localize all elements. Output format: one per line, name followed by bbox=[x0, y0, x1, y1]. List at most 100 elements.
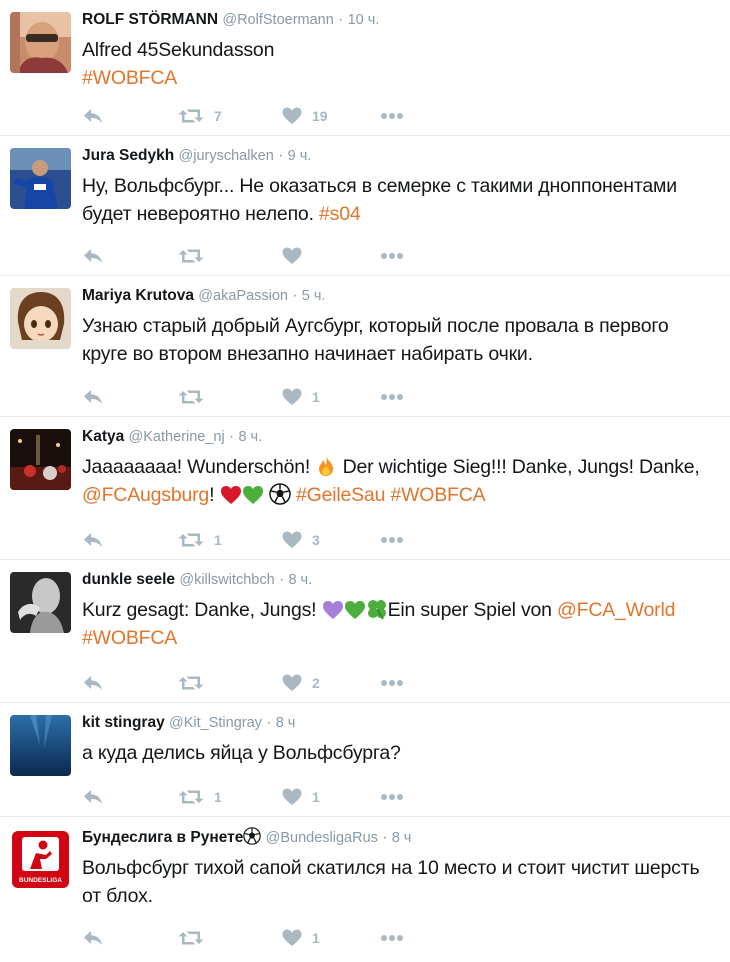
author-handle[interactable]: @akaPassion bbox=[198, 288, 288, 304]
more-button[interactable] bbox=[380, 793, 404, 801]
like-count: 1 bbox=[312, 789, 320, 805]
author-name[interactable]: kit stingray bbox=[82, 714, 165, 731]
more-icon bbox=[380, 393, 404, 401]
like-button[interactable]: 19 bbox=[282, 107, 380, 125]
tweet-time[interactable]: 5 ч. bbox=[302, 288, 326, 304]
avatar[interactable] bbox=[10, 572, 71, 633]
author-name[interactable]: dunkle seele bbox=[82, 571, 175, 588]
like-button[interactable] bbox=[282, 247, 380, 265]
author-handle[interactable]: @killswitchbch bbox=[179, 572, 274, 588]
tweet[interactable]: Katya @Katherine_nj · 8 ч. Jaaaaaaaa! Wu… bbox=[0, 417, 730, 560]
retweet-button[interactable] bbox=[178, 929, 282, 947]
reply-icon bbox=[82, 788, 104, 806]
author-handle[interactable]: @Kit_Stingray bbox=[169, 715, 262, 731]
more-button[interactable] bbox=[380, 252, 404, 260]
tweet[interactable]: Mariya Krutova @akaPassion · 5 ч. Узнаю … bbox=[0, 276, 730, 417]
separator-dot: · bbox=[278, 571, 285, 588]
reply-icon bbox=[82, 107, 104, 125]
hashtag-link[interactable]: #GeileSau bbox=[296, 484, 385, 506]
separator-dot: · bbox=[266, 714, 272, 731]
reply-button[interactable] bbox=[82, 107, 178, 125]
tweet[interactable]: ROLF STÖRMANN @RolfStoermann · 10 ч. Alf… bbox=[0, 0, 730, 136]
retweet-count: 1 bbox=[214, 789, 222, 805]
retweet-button[interactable]: 1 bbox=[178, 531, 282, 549]
retweet-icon bbox=[178, 388, 204, 406]
author-handle[interactable]: @Katherine_nj bbox=[129, 429, 225, 445]
tweet-text: Узнаю старый добрый Аугсбург, который по… bbox=[82, 312, 718, 368]
avatar[interactable] bbox=[10, 12, 71, 73]
tweet[interactable]: BUNDESLIGA Бундеслига в Рунете @Bundesli… bbox=[0, 817, 730, 957]
reply-icon bbox=[82, 674, 104, 692]
reply-button[interactable] bbox=[82, 388, 178, 406]
like-button[interactable]: 1 bbox=[282, 788, 380, 806]
tweet-text-content: Узнаю старый добрый Аугсбург, который по… bbox=[82, 315, 669, 365]
tweet-text-content: Alfred 45Sekundasson bbox=[82, 39, 275, 61]
bundesliga-logo-avatar[interactable]: BUNDESLIGA bbox=[10, 829, 71, 890]
more-icon bbox=[380, 112, 404, 120]
reply-icon bbox=[82, 388, 104, 406]
retweet-button[interactable]: 1 bbox=[178, 788, 282, 806]
like-button[interactable]: 1 bbox=[282, 388, 380, 406]
author-name[interactable]: Бундеслига в Рунете bbox=[82, 829, 243, 846]
separator-dot: · bbox=[278, 147, 284, 164]
avatar[interactable] bbox=[10, 288, 71, 349]
more-icon bbox=[380, 679, 404, 687]
tweet-time[interactable]: 8 ч bbox=[276, 715, 296, 731]
tweet-time[interactable]: 8 ч. bbox=[238, 429, 262, 445]
author-handle[interactable]: @RolfStoermann bbox=[222, 12, 333, 28]
heart-icon bbox=[282, 107, 302, 125]
tweet-time[interactable]: 8 ч bbox=[392, 830, 412, 846]
like-count: 1 bbox=[312, 930, 320, 946]
retweet-button[interactable]: 7 bbox=[178, 107, 282, 125]
hashtag-link[interactable]: #WOBFCA bbox=[82, 67, 177, 89]
tweet-actions: 1 1 bbox=[82, 786, 404, 808]
author-name[interactable]: Jura Sedykh bbox=[82, 147, 174, 164]
reply-button[interactable] bbox=[82, 531, 178, 549]
avatar[interactable] bbox=[10, 715, 71, 776]
tweet-time[interactable]: 9 ч. bbox=[288, 148, 312, 164]
reply-button[interactable] bbox=[82, 788, 178, 806]
like-button[interactable]: 1 bbox=[282, 929, 380, 947]
tweet-actions: 1 3 bbox=[82, 529, 404, 551]
reply-button[interactable] bbox=[82, 247, 178, 265]
hashtag-link[interactable]: #s04 bbox=[319, 203, 361, 225]
author-name[interactable]: Mariya Krutova bbox=[82, 287, 194, 304]
tweet[interactable]: Jura Sedykh @juryschalken · 9 ч. Ну, Вол… bbox=[0, 136, 730, 276]
tweet[interactable]: kit stingray @Kit_Stingray · 8 ч а куда … bbox=[0, 703, 730, 817]
like-count: 3 bbox=[312, 532, 320, 548]
heart-icon bbox=[282, 247, 302, 265]
tweet-text-content: Вольфсбург тихой сапой скатился на 10 ме… bbox=[82, 857, 700, 907]
more-button[interactable] bbox=[380, 934, 404, 942]
author-handle[interactable]: @juryschalken bbox=[179, 148, 274, 164]
more-button[interactable] bbox=[380, 679, 404, 687]
like-button[interactable]: 2 bbox=[282, 674, 380, 692]
avatar[interactable] bbox=[10, 429, 71, 490]
tweet-time[interactable]: 8 ч. bbox=[288, 572, 312, 588]
tweet[interactable]: dunkle seele @killswitchbch · 8 ч. Kurz … bbox=[0, 560, 730, 703]
soccer-ball-emoji-icon bbox=[268, 483, 291, 505]
heart-icon bbox=[282, 388, 302, 406]
more-button[interactable] bbox=[380, 536, 404, 544]
retweet-icon bbox=[178, 674, 204, 692]
more-button[interactable] bbox=[380, 393, 404, 401]
mention-link[interactable]: @FCAugsburg bbox=[82, 484, 209, 506]
reply-button[interactable] bbox=[82, 674, 178, 692]
author-handle[interactable]: @BundesligaRus bbox=[266, 830, 378, 846]
mention-link[interactable]: @FCA_World bbox=[557, 599, 675, 621]
hashtag-link[interactable]: #WOBFCA bbox=[82, 627, 177, 649]
more-button[interactable] bbox=[380, 112, 404, 120]
fire-emoji-icon bbox=[319, 456, 334, 476]
author-name[interactable]: ROLF STÖRMANN bbox=[82, 11, 218, 28]
tweet-time[interactable]: 10 ч. bbox=[348, 12, 380, 28]
retweet-button[interactable] bbox=[178, 388, 282, 406]
avatar[interactable] bbox=[10, 148, 71, 209]
hashtag-link[interactable]: #WOBFCA bbox=[390, 484, 485, 506]
retweet-button[interactable] bbox=[178, 247, 282, 265]
retweet-button[interactable] bbox=[178, 674, 282, 692]
reply-button[interactable] bbox=[82, 929, 178, 947]
like-button[interactable]: 3 bbox=[282, 531, 380, 549]
purple-heart-emoji-icon bbox=[322, 601, 343, 619]
author-name[interactable]: Katya bbox=[82, 428, 124, 445]
reply-icon bbox=[82, 929, 104, 947]
like-count: 1 bbox=[312, 389, 320, 405]
